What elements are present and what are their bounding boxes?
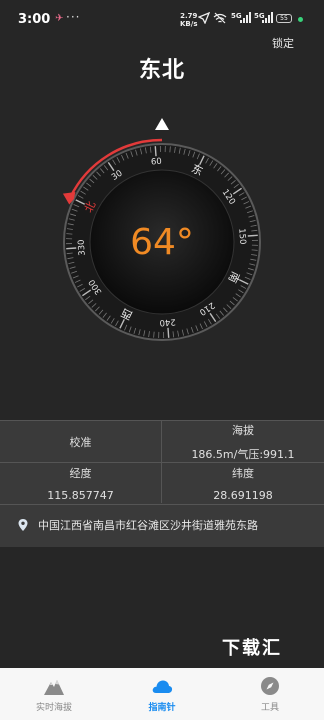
notification-icon: ✈ [55, 13, 64, 24]
latitude-label: 纬度 [232, 466, 254, 480]
altitude-value: 186.5m/气压:991.1 [191, 447, 295, 461]
address-row: 中国江西省南昌市红谷滩区沙井街道雅苑东路 [0, 504, 324, 546]
compass-tick-label: 150 [236, 228, 247, 245]
signal-icon [240, 12, 251, 23]
address-text: 中国江西省南昌市红谷滩区沙井街道雅苑东路 [38, 519, 258, 532]
altitude-label: 海拔 [232, 423, 254, 437]
compass-tick [66, 247, 77, 250]
compass-tick-label: 60 [151, 157, 162, 168]
nav-label-altitude: 实时海拔 [35, 702, 72, 713]
location-arrow-icon [198, 12, 210, 24]
more-notifications-icon: ··· [66, 10, 81, 24]
longitude-label: 经度 [69, 466, 92, 480]
mountain-icon [44, 679, 64, 695]
nav-label-tools: 工具 [260, 702, 279, 713]
lock-button[interactable]: 锁定 [272, 35, 294, 51]
compass-tick [154, 146, 157, 157]
calibrate-label: 校准 [69, 435, 92, 449]
nav-item-compass[interactable]: 指南针 [108, 668, 216, 720]
signal-icon-2 [262, 12, 273, 23]
latitude-cell: 纬度 28.691198 [162, 463, 324, 503]
compass-tick [167, 327, 170, 338]
longitude-cell: 经度 115.857747 [0, 463, 161, 503]
compass-tick [153, 331, 155, 338]
cloud-icon [152, 680, 173, 693]
status-time: 3:00 [18, 12, 51, 27]
net-speed-value: 2.79 [180, 12, 198, 20]
compass-dial: 北3060 东120150南210240西300330 64° [62, 118, 261, 341]
net-speed: 2.79 KB/s [180, 12, 197, 28]
bottom-nav: 实时海拔 指南针 工具 [0, 668, 324, 720]
compass-tick [247, 234, 258, 237]
compass-tick [66, 233, 73, 235]
heading-pointer-icon [155, 118, 169, 130]
compass-tick [251, 249, 258, 251]
compass-icon [261, 676, 279, 695]
altitude-cell: 海拔 186.5m/气压:991.1 [162, 421, 324, 462]
heading-value: 64° [130, 222, 194, 263]
battery-icon: 55 [276, 14, 292, 23]
direction-title: 东北 [138, 58, 185, 83]
compass-tick [169, 146, 171, 153]
status-bar: 3:00 ✈ ··· 2.79 KB/s 5G 5G 55 [0, 0, 324, 40]
compass-tick-label: 330 [77, 239, 88, 256]
nav-item-tools[interactable]: 工具 [216, 668, 324, 720]
location-pin-icon [18, 519, 28, 531]
watermark-logo: 下载汇 [222, 638, 282, 659]
calibrate-button[interactable]: 校准 [0, 421, 161, 462]
longitude-value: 115.857747 [47, 488, 114, 502]
compass-tick-label: 240 [159, 316, 176, 327]
latitude-value: 28.691198 [213, 488, 273, 502]
charging-dot [298, 17, 303, 22]
nav-item-altitude[interactable]: 实时海拔 [0, 668, 108, 720]
wifi-off-icon [213, 12, 227, 24]
nav-label-compass: 指南针 [148, 702, 176, 713]
net-speed-unit: KB/s [180, 20, 198, 28]
